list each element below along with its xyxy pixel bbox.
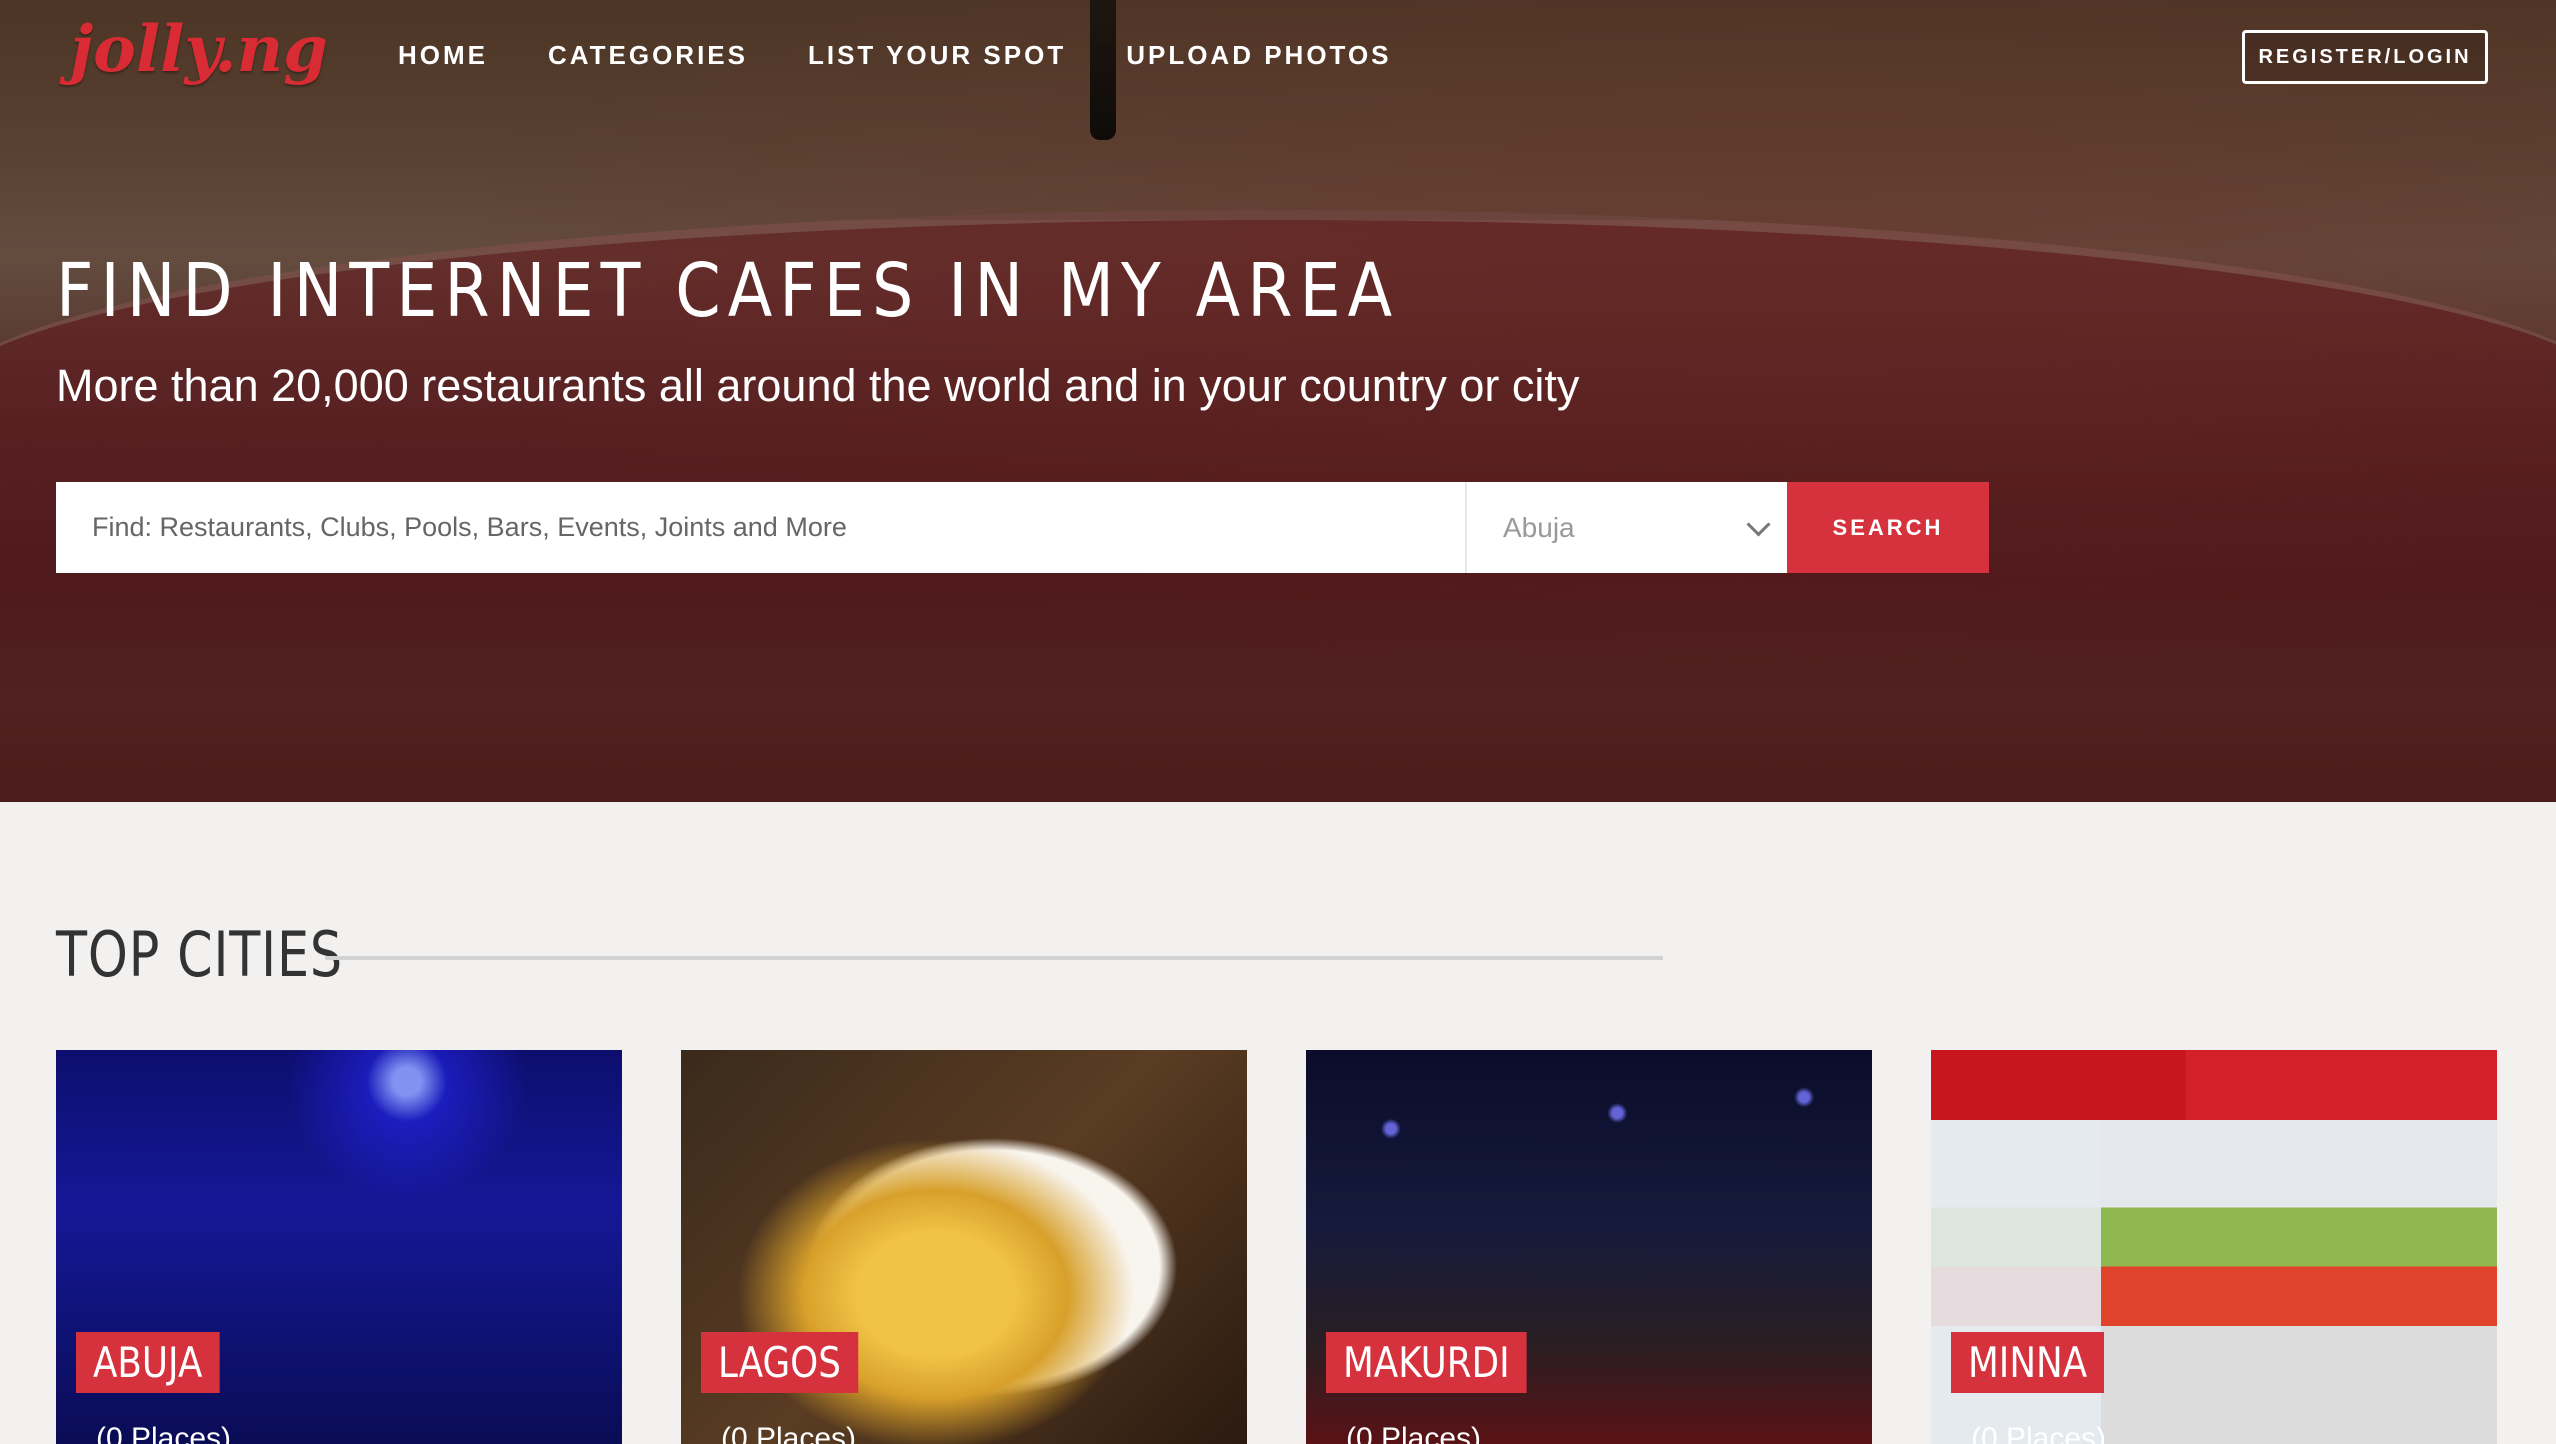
nav-home[interactable]: HOME (398, 40, 488, 71)
main-nav: HOME CATEGORIES LIST YOUR SPOT UPLOAD PH… (398, 40, 1392, 71)
city-name: ABUJA (76, 1332, 220, 1393)
search-button[interactable]: SEARCH (1787, 482, 1989, 573)
section-divider (325, 956, 1663, 960)
city-place-count: (0 Places) (721, 1422, 857, 1444)
chevron-down-icon (1746, 512, 1771, 537)
city-card-abuja[interactable]: ABUJA (0 Places) (56, 1050, 622, 1444)
city-place-count: (0 Places) (96, 1422, 232, 1444)
city-select[interactable]: Abuja (1465, 482, 1787, 573)
city-select-value: Abuja (1503, 511, 1575, 543)
search-input[interactable] (56, 482, 1465, 573)
section-title: TOP CITIES (56, 918, 344, 991)
nav-upload-photos[interactable]: UPLOAD PHOTOS (1126, 40, 1391, 71)
register-login-button[interactable]: REGISTER/LOGIN (2242, 30, 2488, 84)
hero-banner: FIND INTERNET CAFES IN MY AREA More than… (0, 0, 2556, 802)
city-place-count: (0 Places) (1971, 1422, 2107, 1444)
nav-list-your-spot[interactable]: LIST YOUR SPOT (808, 40, 1066, 71)
nav-categories[interactable]: CATEGORIES (548, 40, 748, 71)
site-header: jolly.ng HOME CATEGORIES LIST YOUR SPOT … (0, 0, 2556, 115)
city-name: LAGOS (701, 1332, 858, 1393)
city-card-image-detail (1931, 1050, 2497, 1120)
city-card-makurdi[interactable]: MAKURDI (0 Places) (1306, 1050, 1872, 1444)
hero-subtitle: More than 20,000 restaurants all around … (56, 360, 1580, 411)
city-card-lagos[interactable]: LAGOS (0 Places) (681, 1050, 1247, 1444)
search-bar: Abuja SEARCH (56, 482, 1989, 573)
city-name: MINNA (1951, 1332, 2105, 1393)
city-card-minna[interactable]: MINNA (0 Places) (1931, 1050, 2497, 1444)
city-place-count: (0 Places) (1346, 1422, 1482, 1444)
site-logo[interactable]: jolly.ng (70, 12, 328, 87)
hero-title: FIND INTERNET CAFES IN MY AREA (56, 248, 1400, 334)
city-name: MAKURDI (1326, 1332, 1527, 1393)
